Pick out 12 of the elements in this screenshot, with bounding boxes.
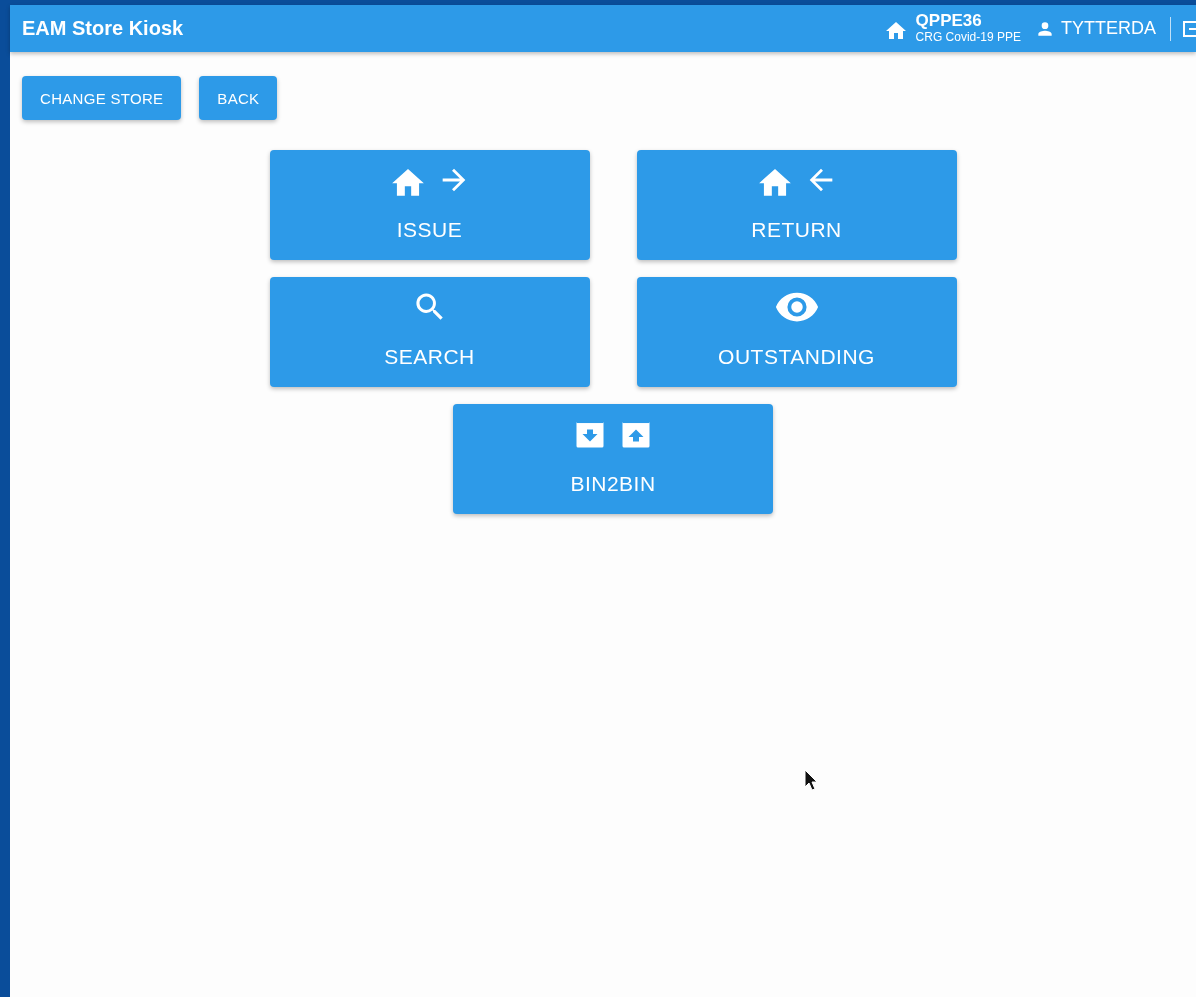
store-name: CRG Covid-19 PPE: [915, 30, 1021, 45]
search-button[interactable]: SEARCH: [269, 277, 590, 387]
app-title: EAM Store Kiosk: [22, 17, 185, 40]
issue-button[interactable]: ISSUE: [269, 150, 590, 260]
user-name: TYTTERDA: [1061, 18, 1156, 39]
bin2bin-button[interactable]: BIN2BIN: [453, 404, 773, 514]
change-store-button[interactable]: CHANGE STORE: [22, 76, 182, 120]
store-code: QPPE36: [915, 12, 983, 30]
outstanding-button[interactable]: OUTSTANDING: [636, 277, 957, 387]
back-button[interactable]: BACK: [199, 76, 278, 120]
cursor-icon: [804, 769, 818, 791]
return-button[interactable]: RETURN: [636, 150, 957, 260]
